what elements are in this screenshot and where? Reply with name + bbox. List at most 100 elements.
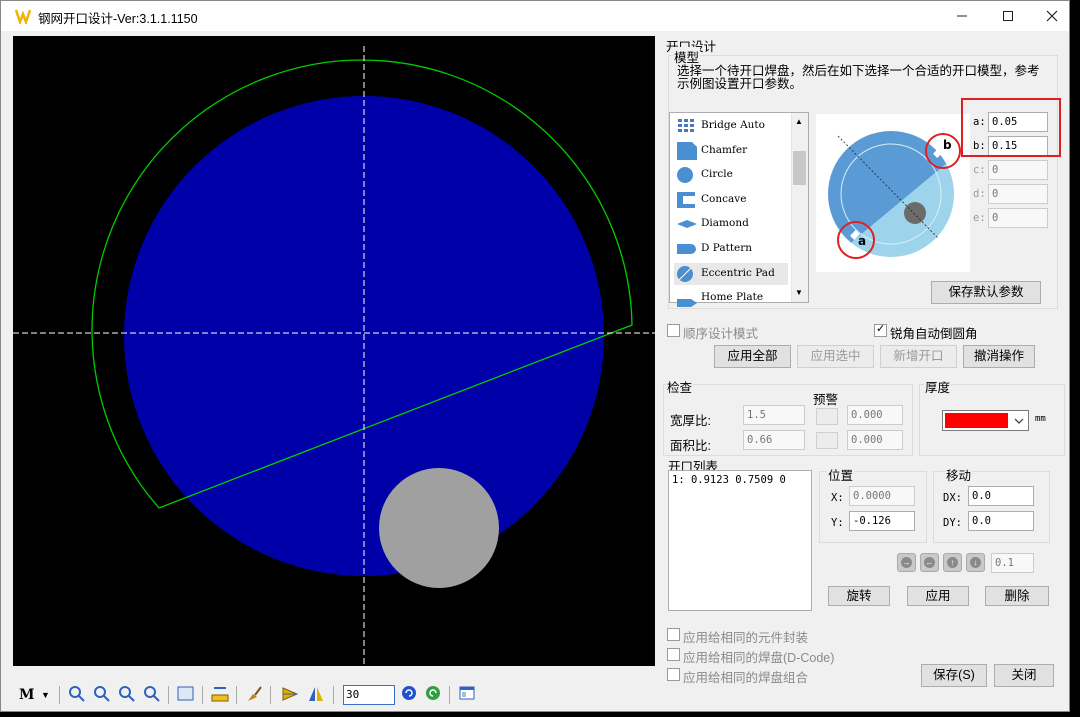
arrow-up-icon: ↑ (947, 557, 958, 568)
model-item-concave[interactable]: Concave (674, 189, 788, 211)
move-right-button[interactable]: → (897, 553, 916, 572)
opening-list-item[interactable]: 1: 0.9123 0.7509 0 (672, 474, 786, 486)
model-item-home-plate[interactable]: Home Plate (674, 287, 788, 309)
model-item-label: D Pattern (701, 242, 753, 254)
thickness-unit: mm (1035, 414, 1046, 424)
model-item-d-pattern[interactable]: D Pattern (674, 238, 788, 260)
canvas-toolbar: M ▼ 30 (13, 681, 513, 709)
width-thickness-warn-input[interactable]: 0.000 (847, 405, 903, 425)
minimize-button[interactable] (939, 1, 985, 31)
move-up-button[interactable]: ↑ (943, 553, 962, 572)
model-item-circle[interactable]: Circle (674, 164, 788, 186)
model-item-label: Circle (701, 168, 733, 181)
model-list-scrollbar[interactable]: ▲ ▼ (791, 113, 808, 302)
app-logo-icon (15, 9, 31, 24)
close-window-button[interactable] (1029, 1, 1075, 31)
scroll-down-icon[interactable]: ▼ (795, 288, 803, 297)
save-button[interactable]: 保存(S) (921, 664, 987, 687)
rotate-ccw-icon[interactable] (401, 685, 417, 705)
design-canvas[interactable] (13, 36, 655, 666)
dx-input[interactable]: 0.0 (968, 486, 1034, 506)
model-item-bridge-auto[interactable]: Bridge Auto (674, 115, 788, 137)
dx-label: DX: (943, 492, 962, 504)
move-down-button[interactable]: ↓ (966, 553, 985, 572)
preview-label-b: b (943, 138, 952, 152)
x-input[interactable]: 0.0000 (849, 486, 915, 506)
title-bar: 钢网开口设计-Ver:3.1.1.1150 (1, 1, 1069, 31)
model-item-chamfer[interactable]: Chamfer (674, 140, 788, 162)
rotation-angle-input[interactable]: 30 (343, 685, 395, 705)
rotate-cw-icon[interactable] (425, 685, 441, 705)
close-icon (1046, 10, 1058, 22)
model-item-label: Chamfer (701, 143, 748, 156)
openings-list[interactable]: 1: 0.9123 0.7509 0 (668, 470, 812, 611)
model-item-diamond[interactable]: Diamond (674, 213, 788, 235)
arrow-right-icon: → (901, 557, 912, 568)
dy-label: DY: (943, 517, 962, 529)
thickness-select[interactable] (942, 410, 1029, 431)
scroll-thumb[interactable] (793, 151, 806, 185)
mirror-horizontal-icon[interactable] (281, 685, 299, 705)
position-group-label: 位置 (827, 465, 855, 484)
step-input[interactable]: 0.1 (991, 553, 1034, 573)
param-input[interactable]: 0 (988, 184, 1048, 204)
model-list[interactable]: Bridge Auto Chamfer Circle Concave Diamond D … (669, 112, 809, 308)
zoom-window-icon[interactable] (177, 685, 195, 705)
close-button[interactable]: 关闭 (994, 664, 1054, 687)
preview-label-a: a (858, 234, 866, 248)
zoom-in-icon[interactable] (93, 685, 111, 705)
arrow-down-icon: ↓ (970, 557, 981, 568)
width-thickness-input[interactable]: 1.5 (743, 405, 805, 425)
y-label: Y: (831, 517, 844, 529)
window-title: 钢网开口设计-Ver:3.1.1.1150 (38, 12, 198, 26)
zoom-icon[interactable] (68, 685, 86, 705)
thickness-group-label: 厚度 (924, 377, 952, 396)
dy-input[interactable]: 0.0 (968, 511, 1034, 531)
y-input[interactable]: -0.126 (849, 511, 915, 531)
width-thickness-warn-color[interactable] (816, 408, 838, 425)
param-input[interactable]: 0 (988, 208, 1048, 228)
bridge-auto-icon (676, 117, 698, 135)
undo-button[interactable]: 撤消操作 (963, 345, 1035, 368)
canvas-drawing (13, 46, 655, 666)
apply-button[interactable]: 应用 (907, 586, 969, 606)
model-item-label: Eccentric Pad (701, 266, 775, 279)
apply-same-combo-checkbox[interactable] (667, 668, 680, 681)
param-key: c: (973, 164, 986, 176)
zoom-out-icon[interactable] (118, 685, 136, 705)
move-left-button[interactable]: ← (920, 553, 939, 572)
area-ratio-input[interactable]: 0.66 (743, 430, 805, 450)
area-ratio-warn-color[interactable] (816, 432, 838, 449)
add-opening-button[interactable]: 新增开口 (880, 345, 957, 368)
maximize-button[interactable] (985, 1, 1031, 31)
minimize-icon (957, 15, 967, 17)
area-ratio-warn-input[interactable]: 0.000 (847, 430, 903, 450)
auto-round-checkbox[interactable] (874, 322, 887, 337)
zoom-fit-icon[interactable] (143, 685, 161, 705)
area-ratio-label: 面积比: (670, 439, 711, 453)
apply-same-pad-checkbox[interactable] (667, 648, 680, 661)
apply-same-package-checkbox[interactable] (667, 628, 680, 641)
rotate-button[interactable]: 旋转 (828, 586, 890, 606)
model-item-eccentric-pad[interactable]: Eccentric Pad (674, 262, 788, 285)
stencil-design-window: 钢网开口设计-Ver:3.1.1.1150 M ▼ 30 模型 选择一个待开口焊… (0, 0, 1070, 712)
delete-button[interactable]: 删除 (985, 586, 1049, 606)
mirror-vertical-icon[interactable] (307, 685, 325, 705)
save-default-params-button[interactable]: 保存默认参数 (931, 281, 1041, 304)
via-circle (379, 468, 499, 588)
model-instructions: 选择一个待开口焊盘，然后在如下选择一个合适的开口模型，参考示例图设置开口参数。 (677, 64, 1040, 91)
maximize-icon (1003, 11, 1013, 21)
sequential-mode-checkbox[interactable] (667, 324, 680, 337)
apply-selected-button[interactable]: 应用选中 (797, 345, 874, 368)
apply-same-package-label: 应用给相同的元件封装 (683, 631, 809, 645)
properties-window-icon[interactable] (459, 685, 475, 705)
scroll-up-icon[interactable]: ▲ (795, 117, 803, 126)
measure-icon[interactable] (211, 685, 229, 705)
chevron-down-icon[interactable]: ▼ (41, 685, 50, 705)
clear-brush-icon[interactable] (245, 685, 263, 705)
chamfer-icon (676, 141, 698, 160)
chevron-down-icon (1014, 418, 1024, 424)
mode-menu-button[interactable]: M (19, 685, 35, 705)
apply-all-button[interactable]: 应用全部 (714, 345, 791, 368)
param-input[interactable]: 0 (988, 160, 1048, 180)
